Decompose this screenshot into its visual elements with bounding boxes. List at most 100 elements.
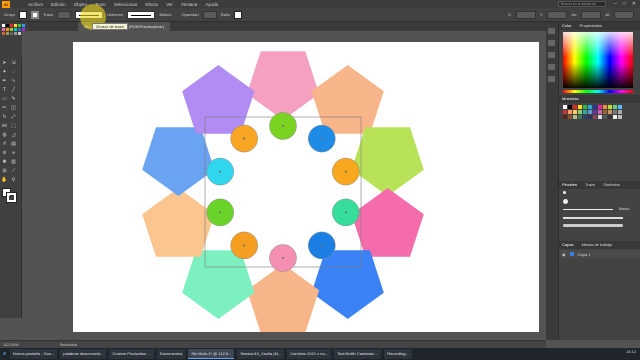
- swatch[interactable]: [573, 110, 577, 114]
- zoom-tool-icon[interactable]: ⚲: [10, 176, 17, 183]
- swatch[interactable]: [563, 110, 567, 114]
- mini-swatch[interactable]: [10, 28, 13, 31]
- swatch[interactable]: [583, 115, 587, 119]
- brush-basic[interactable]: Básico: [563, 207, 636, 213]
- swatch[interactable]: [598, 110, 602, 114]
- pentagon-shape[interactable]: [311, 65, 384, 134]
- mini-swatch[interactable]: [2, 24, 5, 27]
- task-recording[interactable]: Recording...: [384, 349, 412, 359]
- pentagon-shape[interactable]: [142, 188, 215, 257]
- width-tool-icon[interactable]: ⋈: [1, 122, 8, 129]
- mini-swatch[interactable]: [10, 32, 13, 35]
- pen-tool-icon[interactable]: ✒: [1, 77, 8, 84]
- swatch[interactable]: [613, 115, 617, 119]
- brushes-panel-icon[interactable]: [548, 64, 555, 70]
- menu-ayuda[interactable]: Ayuda: [205, 2, 218, 7]
- mini-swatch[interactable]: [14, 24, 17, 27]
- swatches-panel-icon[interactable]: [548, 52, 555, 58]
- mini-swatch[interactable]: [14, 28, 17, 31]
- swatch[interactable]: [568, 105, 572, 109]
- mini-swatch[interactable]: [14, 32, 17, 35]
- pencil-icon[interactable]: ✏: [1, 104, 8, 111]
- eye-icon[interactable]: ◉: [562, 252, 566, 257]
- brush-stroke-1[interactable]: [563, 215, 636, 221]
- pentagon-shape[interactable]: [246, 264, 320, 332]
- swatch[interactable]: [598, 105, 602, 109]
- width-field[interactable]: [581, 10, 602, 19]
- brush-dot[interactable]: [563, 191, 636, 197]
- lasso-icon[interactable]: ◌: [10, 68, 17, 75]
- rotate-icon[interactable]: ↻: [1, 113, 8, 120]
- task-session10[interactable]: Session10_Xsolla (M...: [237, 349, 285, 359]
- layers-panel-icon[interactable]: [548, 76, 555, 82]
- swatch[interactable]: [603, 105, 607, 109]
- brush-stroke-2[interactable]: [563, 223, 636, 229]
- close-icon[interactable]: ✕: [632, 1, 636, 7]
- brush-definition[interactable]: [127, 10, 156, 19]
- task-camtasia[interactable]: TechSmith Camtasia ...: [334, 349, 382, 359]
- swatch[interactable]: [608, 105, 612, 109]
- graph-tool-icon[interactable]: ▥: [10, 158, 17, 165]
- task-palabras[interactable]: palabras desconocid...: [60, 349, 107, 359]
- swatch[interactable]: [563, 105, 567, 109]
- menu-seleccionar[interactable]: Seleccionar: [114, 2, 138, 7]
- swatch[interactable]: [588, 110, 592, 114]
- menu-ver[interactable]: Ver: [166, 2, 173, 7]
- stroke-indicator[interactable]: [6, 192, 17, 203]
- pentagon-shape[interactable]: [351, 127, 424, 196]
- symbol-sprayer-icon[interactable]: ✺: [1, 158, 8, 165]
- color-panel-icon[interactable]: [548, 28, 555, 34]
- swatch[interactable]: [568, 110, 572, 114]
- opacity-label[interactable]: Opacidad: [181, 12, 198, 17]
- swatch[interactable]: [613, 105, 617, 109]
- zoom-level[interactable]: 112,93%: [3, 342, 19, 347]
- stroke-weight-field[interactable]: [57, 10, 72, 19]
- swatch[interactable]: [603, 115, 607, 119]
- tab-stroke[interactable]: Trazo: [585, 181, 595, 189]
- perspective-icon[interactable]: ◿: [10, 131, 17, 138]
- task-cambios[interactable]: Cambios 2021 x no...: [287, 349, 332, 359]
- stroke-label[interactable]: Trazo: [43, 12, 53, 17]
- brush-dot-large[interactable]: [563, 199, 636, 205]
- mesh-icon[interactable]: #: [1, 140, 8, 147]
- clock[interactable]: 14:12: [626, 349, 636, 354]
- pentagon-shape[interactable]: [311, 250, 384, 319]
- task-documentos[interactable]: Documentos: [156, 349, 186, 359]
- scale-icon[interactable]: ⤢: [10, 113, 17, 120]
- blend-icon[interactable]: ∞: [10, 149, 17, 156]
- slice-icon[interactable]: ⟋: [10, 167, 17, 174]
- layer-row[interactable]: ◉ Capa 1: [559, 250, 640, 258]
- opacity-field[interactable]: [202, 10, 217, 19]
- swatch[interactable]: [583, 105, 587, 109]
- swatch[interactable]: [608, 115, 612, 119]
- artboard-tool-icon[interactable]: ⊞: [1, 167, 8, 174]
- fill-stroke-indicator[interactable]: [2, 188, 18, 203]
- task-custom-production[interactable]: Custom Production ...: [109, 349, 154, 359]
- swatch[interactable]: [573, 115, 577, 119]
- maximize-icon[interactable]: □: [623, 1, 626, 7]
- direct-selection-tool-icon[interactable]: ⇲: [10, 59, 17, 66]
- paintbrush-icon[interactable]: ✎: [10, 95, 17, 102]
- mini-swatch[interactable]: [2, 32, 5, 35]
- line-tool-icon[interactable]: ╱: [10, 86, 17, 93]
- rectangle-tool-icon[interactable]: ▭: [1, 95, 8, 102]
- mini-swatch[interactable]: [22, 24, 25, 27]
- tab-color[interactable]: Color: [562, 22, 572, 30]
- swatch[interactable]: [573, 105, 577, 109]
- circle-ring[interactable]: [206, 112, 360, 272]
- pentagon-shape[interactable]: [182, 250, 255, 319]
- fill-swatch[interactable]: [19, 10, 28, 19]
- layer-name[interactable]: Capa 1: [578, 252, 591, 257]
- eyedropper-icon[interactable]: ⊘: [1, 149, 8, 156]
- swatch[interactable]: [588, 105, 592, 109]
- swatch[interactable]: [568, 115, 572, 119]
- color-spectrum[interactable]: [563, 32, 633, 88]
- eraser-icon[interactable]: ◫: [10, 104, 17, 111]
- brush-label[interactable]: Uniforme: [107, 12, 123, 17]
- style-label[interactable]: Básico: [159, 12, 171, 17]
- swatches-title[interactable]: Muestras: [562, 95, 578, 103]
- pentagon-ring[interactable]: [142, 51, 424, 332]
- menu-edicion[interactable]: Edición: [51, 2, 66, 7]
- mini-swatch[interactable]: [6, 32, 9, 35]
- swatch[interactable]: [608, 110, 612, 114]
